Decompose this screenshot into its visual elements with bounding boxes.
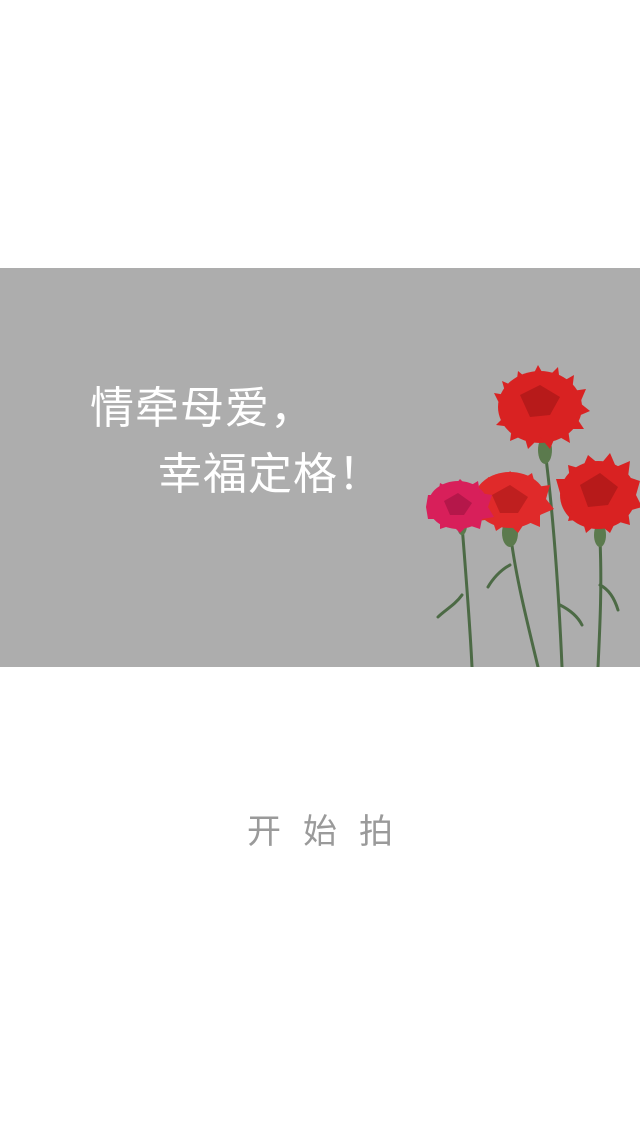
headline-line-1: 情牵母爱， bbox=[90, 383, 315, 434]
carnation-flowers-image bbox=[426, 365, 640, 667]
start-shooting-button[interactable]: 开始拍 bbox=[220, 800, 420, 856]
headline-line-2: 幸福定格！ bbox=[158, 449, 383, 500]
screen: 情牵母爱， 幸福定格！ 开始拍 bbox=[0, 0, 640, 1136]
carnation-top bbox=[494, 365, 590, 449]
carnation-right bbox=[556, 453, 640, 533]
